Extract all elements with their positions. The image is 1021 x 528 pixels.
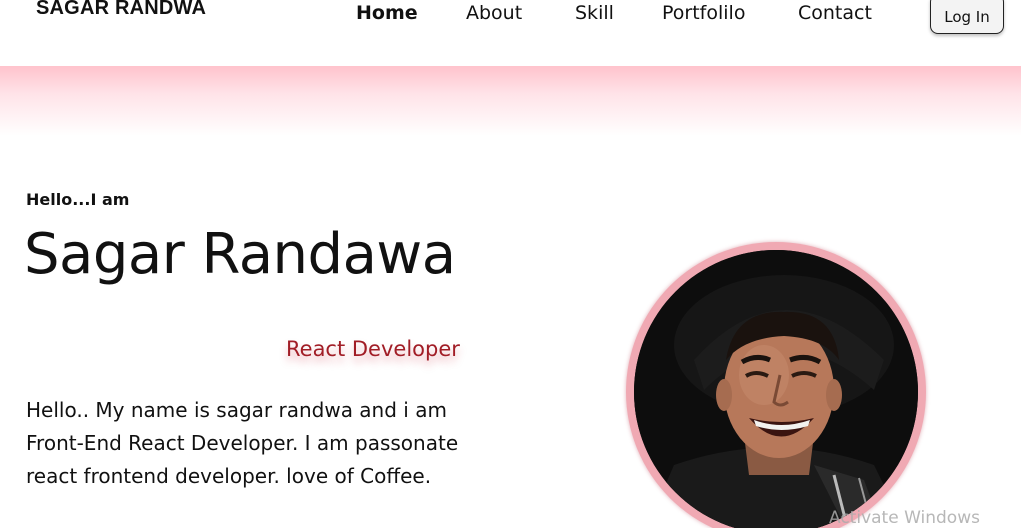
nav-item-about[interactable]: About	[466, 2, 522, 24]
top-navbar: SAGAR RANDWA Home About Skill Portfolilo…	[0, 0, 1021, 66]
hero-name-heading: Sagar Randawa	[24, 222, 456, 287]
header-gradient-band	[0, 66, 1021, 136]
profile-photo-icon	[634, 250, 918, 528]
hero-greeting: Hello...I am	[26, 190, 130, 209]
bio-line: Hello.. My name is sagar randwa and i am	[26, 398, 447, 422]
nav-item-portfolio[interactable]: Portfolilo	[662, 2, 745, 24]
brand-logo-text[interactable]: SAGAR RANDWA	[36, 0, 206, 20]
nav-item-contact[interactable]: Contact	[798, 2, 872, 24]
hero-role-subtitle: React Developer	[286, 337, 460, 361]
profile-photo	[634, 250, 918, 528]
bio-line: Front-End React Developer. I am passonat…	[26, 431, 459, 455]
nav-item-skill[interactable]: Skill	[575, 2, 614, 24]
os-activation-watermark: Activate Windows	[829, 508, 980, 528]
nav-item-home[interactable]: Home	[356, 2, 418, 24]
login-button[interactable]: Log In	[930, 0, 1004, 34]
bio-line: react frontend developer. love of Coffee…	[26, 464, 432, 488]
hero-bio-paragraph: Hello.. My name is sagar randwa and i am…	[26, 394, 526, 493]
